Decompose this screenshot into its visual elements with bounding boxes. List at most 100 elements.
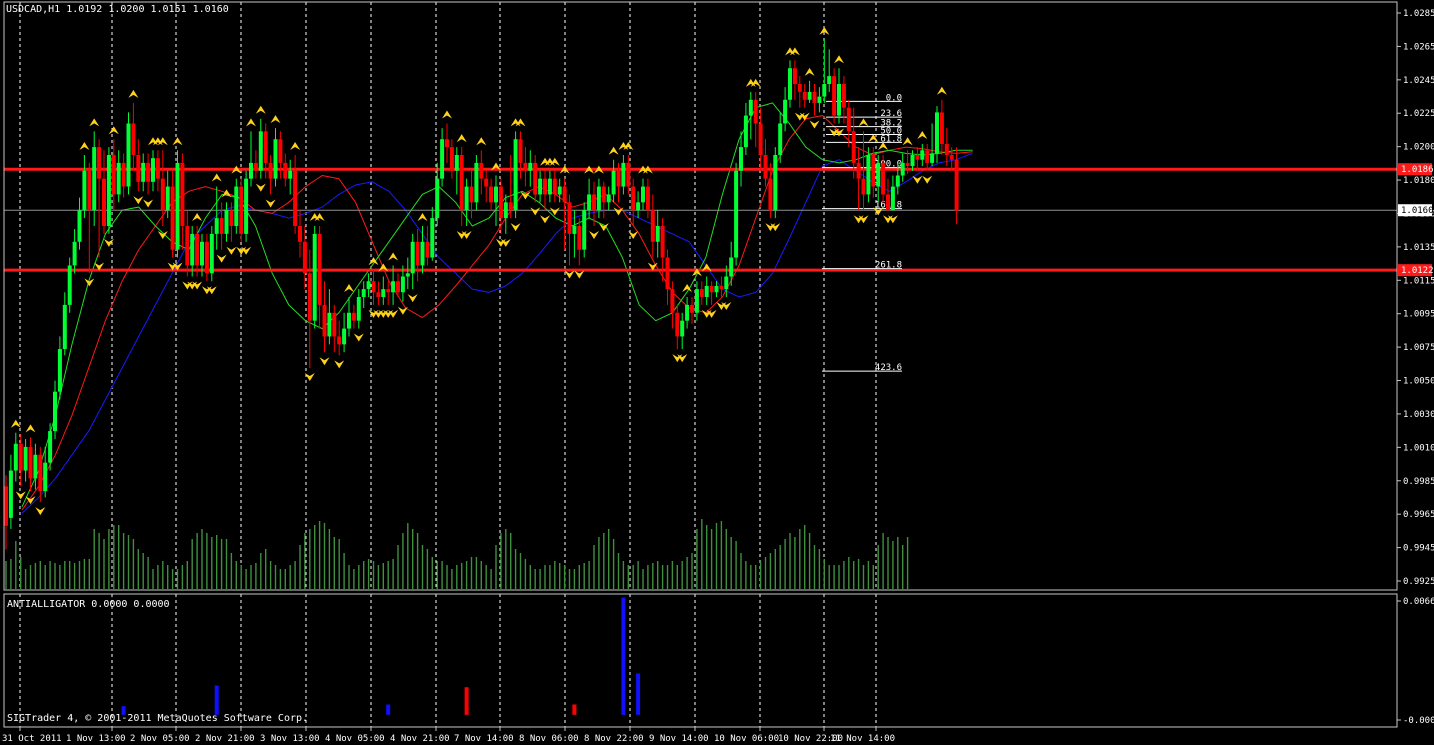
candle-body [38, 454, 43, 492]
price-tick-label: 1.0115 [1403, 276, 1434, 286]
price-tick-label: 1.0285 [1403, 9, 1434, 19]
candle-body [856, 162, 861, 179]
candle-body [449, 147, 454, 171]
candle-body [538, 178, 543, 195]
candle-body [288, 170, 293, 179]
candle-body [204, 241, 209, 274]
time-tick-label: 9 Nov 14:00 [649, 734, 709, 744]
price-tick-label: 1.0075 [1403, 343, 1434, 353]
antialligator-bar [621, 597, 626, 715]
candle-body [57, 349, 62, 392]
candle-body [592, 194, 596, 211]
price-tick-label: 1.0135 [1403, 243, 1434, 253]
candle-body [763, 155, 768, 179]
time-tick-label: 8 Nov 22:00 [584, 734, 644, 744]
time-tick-label: 1 Nov 13:00 [66, 734, 126, 744]
price-tick-label: 1.0225 [1403, 109, 1434, 119]
candle-body [577, 226, 582, 250]
candle-body [788, 68, 792, 100]
candle-body [601, 186, 606, 203]
chart-background [0, 0, 1434, 745]
candle-body [572, 226, 577, 234]
candle-body [425, 241, 430, 258]
candle-body [930, 153, 935, 163]
antialligator-bar [572, 704, 577, 715]
candle-body [87, 170, 92, 211]
antialligator-bar [214, 685, 219, 715]
candle-body [8, 470, 13, 518]
candle-body [302, 241, 307, 274]
candle-body [136, 155, 141, 182]
time-tick-label: 11 Nov 14:00 [830, 734, 895, 744]
candle-body [317, 233, 322, 305]
candle-body [871, 155, 876, 187]
candle-body [685, 304, 690, 321]
candle-body [768, 178, 773, 211]
candle-body [817, 96, 822, 103]
time-tick-label: 10 Nov 06:00 [714, 734, 779, 744]
candle-body [513, 139, 518, 211]
candle-body [474, 162, 479, 203]
candle-body [391, 281, 396, 293]
candle-body [420, 241, 425, 266]
candle-body [400, 276, 405, 293]
candle-body [454, 155, 459, 171]
candle-body [660, 226, 665, 258]
candle-body [18, 443, 23, 471]
candle-body [200, 241, 204, 266]
candle-body [866, 155, 871, 195]
candle-body [386, 289, 391, 293]
candle-body [244, 178, 249, 234]
candle-body [709, 285, 714, 293]
candle-body [543, 178, 547, 195]
candle-body [734, 170, 739, 258]
candle-body [944, 143, 949, 155]
candle-body [77, 210, 82, 242]
antialligator-bar [636, 673, 641, 715]
candle-body [342, 328, 347, 345]
candle-body [587, 194, 592, 211]
candle-body [459, 155, 464, 211]
candle-body [381, 289, 386, 297]
candle-body [376, 292, 381, 297]
candle-body [268, 162, 273, 179]
candle-body [62, 304, 67, 350]
candle-body [778, 123, 783, 155]
candle-body [141, 162, 146, 182]
antialligator-bar [464, 687, 469, 715]
price-tick-label: 0.9965 [1403, 510, 1434, 520]
candle-body [366, 281, 371, 290]
candle-body [925, 150, 930, 163]
candle-body [151, 158, 155, 182]
candle-body [851, 131, 856, 163]
candle-body [175, 162, 180, 250]
candle-body [714, 285, 719, 293]
candle-body [890, 186, 895, 211]
candle-body [949, 155, 954, 160]
candle-body [645, 186, 650, 211]
antialligator-bar [386, 704, 391, 715]
time-tick-label: 8 Nov 06:00 [519, 734, 579, 744]
candle-body [82, 170, 87, 211]
candle-body [562, 186, 567, 203]
indicator-tick-label: -0.0003 [1403, 716, 1434, 726]
candle-body [498, 186, 503, 219]
candle-body [739, 147, 743, 171]
price-badge-label: 1.0160 [1401, 206, 1434, 216]
candle-body [675, 312, 680, 337]
candle-body [699, 289, 704, 297]
candle-body [680, 320, 685, 337]
candle-body [753, 99, 758, 124]
price-badge-label: 1.0122 [1401, 266, 1434, 276]
candle-body [724, 276, 729, 290]
price-tick-label: 1.0030 [1403, 410, 1434, 420]
candle-body [214, 218, 219, 234]
candle-body [337, 336, 342, 345]
chart-window[interactable]: 0.023.638.250.061.8100.0161.8261.8423.6 … [0, 0, 1434, 745]
candle-body [23, 446, 28, 471]
candle-body [783, 99, 788, 124]
candle-body [396, 281, 400, 293]
time-tick-label: 2 Nov 21:00 [195, 734, 255, 744]
candle-body [48, 431, 53, 463]
candle-body [518, 139, 523, 163]
